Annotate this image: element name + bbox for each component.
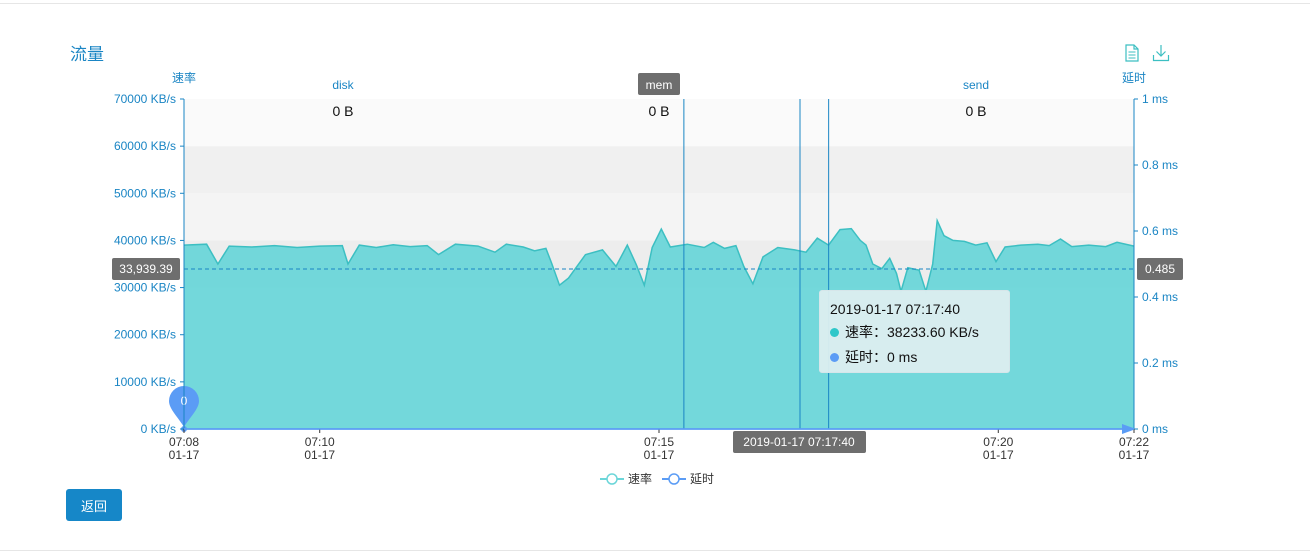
x-tick-date: 01-17 (644, 448, 675, 462)
y-right-tick-label: 0.2 ms (1142, 356, 1178, 370)
mark-label-send: send (963, 78, 989, 92)
tooltip-speed-value: 38233.60 KB/s (887, 324, 979, 340)
x-tick-date: 01-17 (169, 448, 200, 462)
back-button[interactable]: 返回 (66, 489, 122, 521)
mark-label-disk: disk (332, 78, 354, 92)
legend-line-circle-icon (662, 472, 687, 485)
cursor-label: 2019-01-17 07:17:40 (743, 435, 855, 449)
y-right-tick-label: 0 ms (1142, 422, 1168, 436)
mark-value-mem: 0 B (648, 103, 669, 119)
tooltip-row-latency: 延时： 0 ms (830, 347, 999, 367)
x-tick-time: 07:10 (305, 435, 335, 449)
tooltip-row-speed: 速率： 38233.60 KB/s (830, 322, 999, 342)
x-tick-date: 01-17 (304, 448, 335, 462)
y-left-tick-label: 20000 KB/s (114, 328, 176, 342)
y-left-tick-label: 30000 KB/s (114, 281, 176, 295)
mark-value-disk: 0 B (332, 103, 353, 119)
x-tick-time: 07:08 (169, 435, 199, 449)
tooltip-speed-label: 速率： (845, 324, 887, 340)
y-right-tick-label: 0.8 ms (1142, 158, 1178, 172)
legend-label-speed: 速率 (628, 472, 653, 486)
y-left-axis-name: 速率 (172, 70, 196, 85)
chart-legend: 速率 延时 (600, 470, 714, 487)
legend-line-circle-icon (600, 472, 624, 485)
latency-dot-icon (830, 352, 839, 362)
mark-label-mem: mem (646, 78, 673, 92)
x-tick-time: 07:22 (1119, 435, 1149, 449)
tooltip-time: 2019-01-17 07:17:40 (830, 301, 960, 317)
y-right-tick-label: 0.6 ms (1142, 224, 1178, 238)
y-left-tick-label: 40000 KB/s (114, 233, 176, 247)
y-left-tick-label: 10000 KB/s (114, 375, 176, 389)
legend-label-latency: 延时 (690, 472, 715, 486)
y-right-axis-name: 延时 (1122, 71, 1146, 85)
legend-item-latency[interactable]: 延时 (662, 470, 714, 487)
y-left-tick-label: 70000 KB/s (114, 92, 176, 106)
x-tick-date: 01-17 (983, 448, 1014, 462)
average-left-value: 33,939.39 (119, 262, 173, 276)
average-right-value: 0.485 (1145, 262, 1175, 276)
plot-band (184, 146, 1134, 194)
y-left-tick-label: 50000 KB/s (114, 186, 176, 200)
speed-dot-icon (830, 327, 839, 337)
tooltip-latency-value: 0 ms (887, 349, 918, 365)
y-right-tick-label: 1 ms (1142, 92, 1168, 106)
legend-item-speed[interactable]: 速率 (600, 470, 652, 487)
x-tick-time: 07:15 (644, 435, 674, 449)
x-tick-time: 07:20 (983, 435, 1013, 449)
y-right-tick-label: 0.4 ms (1142, 290, 1178, 304)
y-left-tick-label: 60000 KB/s (114, 139, 176, 153)
mark-value-send: 0 B (965, 103, 986, 119)
x-tick-date: 01-17 (1119, 448, 1150, 462)
y-left-tick-label: 0 KB/s (141, 422, 176, 436)
chart-tooltip: 2019-01-17 07:17:40 速率： 38233.60 KB/s 延时… (819, 290, 1010, 373)
tooltip-latency-label: 延时： (845, 349, 887, 365)
